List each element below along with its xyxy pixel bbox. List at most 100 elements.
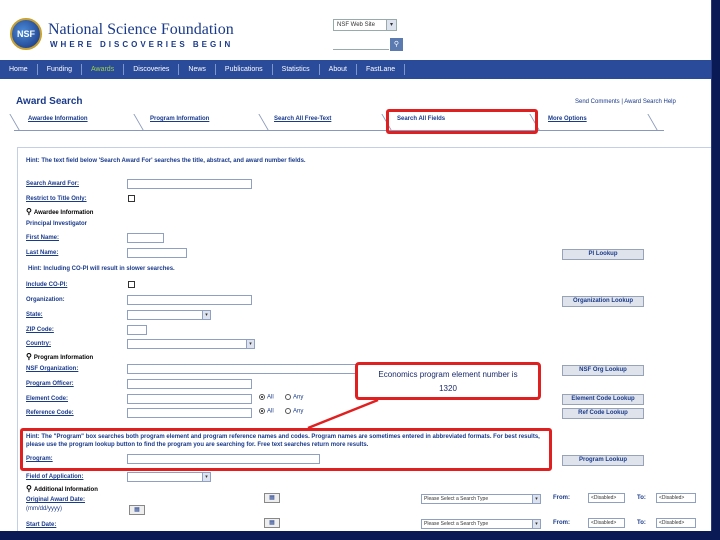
annotation-highlight-program bbox=[20, 428, 552, 471]
element-code-label: Element Code: bbox=[26, 396, 69, 402]
nsf-logo[interactable]: NSF bbox=[10, 18, 42, 50]
nav-statistics[interactable]: Statistics bbox=[273, 64, 320, 75]
program-section-label: Program Information bbox=[33, 355, 94, 361]
search-scope-select[interactable]: NSF Web Site ▾ bbox=[333, 19, 397, 31]
nsf-org-lookup-button[interactable]: NSF Org Lookup bbox=[562, 365, 644, 376]
last-name-input[interactable] bbox=[127, 248, 187, 258]
magnifier-icon: ⚲ bbox=[26, 484, 32, 493]
field-of-application-label: Field of Application: bbox=[26, 474, 84, 480]
tab-more-options[interactable]: More Options bbox=[546, 116, 587, 130]
search-icon[interactable]: ⚲ bbox=[390, 38, 403, 51]
radio-dot bbox=[259, 394, 265, 400]
award-date-from-input[interactable]: <Disabled> bbox=[588, 493, 625, 503]
from-label: From: bbox=[553, 520, 570, 526]
original-award-date-label: Original Award Date: bbox=[26, 497, 86, 503]
search-award-for-label: Search Award For: bbox=[26, 181, 80, 187]
tab-search-all-free-text[interactable]: Search All Free-Text bbox=[272, 116, 331, 130]
to-label: To: bbox=[637, 495, 646, 501]
radio-dot bbox=[285, 394, 291, 400]
tab-divider bbox=[133, 114, 144, 130]
last-name-label: Last Name: bbox=[26, 250, 59, 256]
tab-program-information[interactable]: Program Information bbox=[148, 116, 209, 130]
organization-lookup-button[interactable]: Organization Lookup bbox=[562, 296, 644, 307]
chevron-down-icon: ▾ bbox=[202, 473, 210, 481]
first-name-input[interactable] bbox=[127, 233, 164, 243]
program-lookup-button[interactable]: Program Lookup bbox=[562, 455, 644, 466]
zip-code-label: ZIP Code: bbox=[26, 327, 54, 333]
radio-dot bbox=[259, 408, 265, 414]
element-code-all-radio[interactable]: All bbox=[259, 394, 274, 401]
principal-investigator-label: Principal Investigator bbox=[26, 221, 88, 227]
nav-discoveries[interactable]: Discoveries bbox=[124, 64, 180, 75]
callout-line-2: 1320 bbox=[439, 384, 457, 393]
reference-code-any-radio[interactable]: Any bbox=[285, 408, 303, 415]
program-section-header: ⚲ Program Information bbox=[26, 352, 93, 361]
element-code-any-radio[interactable]: Any bbox=[285, 394, 303, 401]
program-officer-label: Program Officer: bbox=[26, 381, 74, 387]
search-type-value: Please Select a Search Type bbox=[424, 496, 489, 502]
reference-code-label: Reference Code: bbox=[26, 410, 74, 416]
site-search-input[interactable] bbox=[333, 39, 389, 50]
search-award-for-input[interactable] bbox=[127, 179, 252, 189]
calendar-icon[interactable]: ▦ bbox=[264, 518, 280, 528]
nav-awards[interactable]: Awards bbox=[82, 64, 125, 75]
search-form bbox=[17, 147, 711, 531]
restrict-title-label: Restrict to Title Only: bbox=[26, 196, 87, 202]
reference-code-all-radio[interactable]: All bbox=[259, 408, 274, 415]
tab-awardee-information[interactable]: Awardee Information bbox=[26, 116, 88, 130]
radio-all-label: All bbox=[267, 408, 274, 415]
award-date-to-input[interactable]: <Disabled> bbox=[656, 493, 696, 503]
annotation-callout: Economics program element number is 1320 bbox=[355, 362, 541, 400]
country-label: Country: bbox=[26, 341, 51, 347]
calendar-icon[interactable]: ▦ bbox=[129, 505, 145, 515]
nav-news[interactable]: News bbox=[179, 64, 216, 75]
start-date-label: Start Date: bbox=[26, 522, 57, 528]
additional-section-header: ⚲ Additional Information bbox=[26, 484, 98, 493]
search-tabs: Awardee Information Program Information … bbox=[9, 112, 664, 130]
magnifier-icon: ⚲ bbox=[26, 352, 32, 361]
field-of-application-select[interactable]: ▾ bbox=[127, 472, 211, 482]
first-name-label: First Name: bbox=[26, 235, 60, 241]
tab-divider bbox=[9, 114, 20, 130]
restrict-title-checkbox[interactable] bbox=[128, 195, 135, 202]
nav-funding[interactable]: Funding bbox=[38, 64, 82, 75]
element-code-lookup-button[interactable]: Element Code Lookup bbox=[562, 394, 644, 405]
start-date-from-input[interactable]: <Disabled> bbox=[588, 518, 625, 528]
chevron-down-icon: ▾ bbox=[532, 520, 540, 528]
organization-label: Organization: bbox=[26, 297, 65, 303]
element-code-input[interactable] bbox=[127, 394, 252, 404]
zip-code-input[interactable] bbox=[127, 325, 147, 335]
nav-home[interactable]: Home bbox=[0, 64, 38, 75]
to-label: To: bbox=[637, 520, 646, 526]
program-officer-input[interactable] bbox=[127, 379, 252, 389]
pi-lookup-button[interactable]: PI Lookup bbox=[562, 249, 644, 260]
awardee-section-header: ⚲ Awardee Information bbox=[26, 207, 93, 216]
ref-code-lookup-button[interactable]: Ref Code Lookup bbox=[562, 408, 644, 419]
start-date-to-input[interactable]: <Disabled> bbox=[656, 518, 696, 528]
chevron-down-icon: ▾ bbox=[246, 340, 254, 348]
magnifier-icon: ⚲ bbox=[26, 207, 32, 216]
tab-divider bbox=[258, 114, 269, 130]
nav-fastlane[interactable]: FastLane bbox=[357, 64, 406, 75]
calendar-icon[interactable]: ▦ bbox=[264, 493, 280, 503]
start-date-search-type-select[interactable]: Please Select a Search Type ▾ bbox=[421, 519, 541, 529]
tabs-baseline bbox=[14, 130, 664, 131]
callout-line-1: Economics program element number is bbox=[378, 370, 518, 379]
chevron-down-icon: ▾ bbox=[532, 495, 540, 503]
state-select[interactable]: ▾ bbox=[127, 310, 211, 320]
nav-about[interactable]: About bbox=[320, 64, 357, 75]
reference-code-input[interactable] bbox=[127, 408, 252, 418]
organization-input[interactable] bbox=[127, 295, 252, 305]
include-copi-checkbox[interactable] bbox=[128, 281, 135, 288]
nsf-organization-select[interactable] bbox=[127, 364, 359, 374]
country-select[interactable]: ▾ bbox=[127, 339, 255, 349]
search-type-value: Please Select a Search Type bbox=[424, 521, 489, 527]
awardee-section-label: Awardee Information bbox=[33, 210, 94, 216]
state-label: State: bbox=[26, 312, 43, 318]
help-links[interactable]: Send Comments | Award Search Help bbox=[575, 99, 676, 105]
tagline: WHERE DISCOVERIES BEGIN bbox=[50, 40, 234, 49]
nav-publications[interactable]: Publications bbox=[216, 64, 273, 75]
radio-any-label: Any bbox=[293, 394, 304, 401]
org-name[interactable]: National Science Foundation bbox=[48, 21, 234, 39]
award-date-search-type-select[interactable]: Please Select a Search Type ▾ bbox=[421, 494, 541, 504]
